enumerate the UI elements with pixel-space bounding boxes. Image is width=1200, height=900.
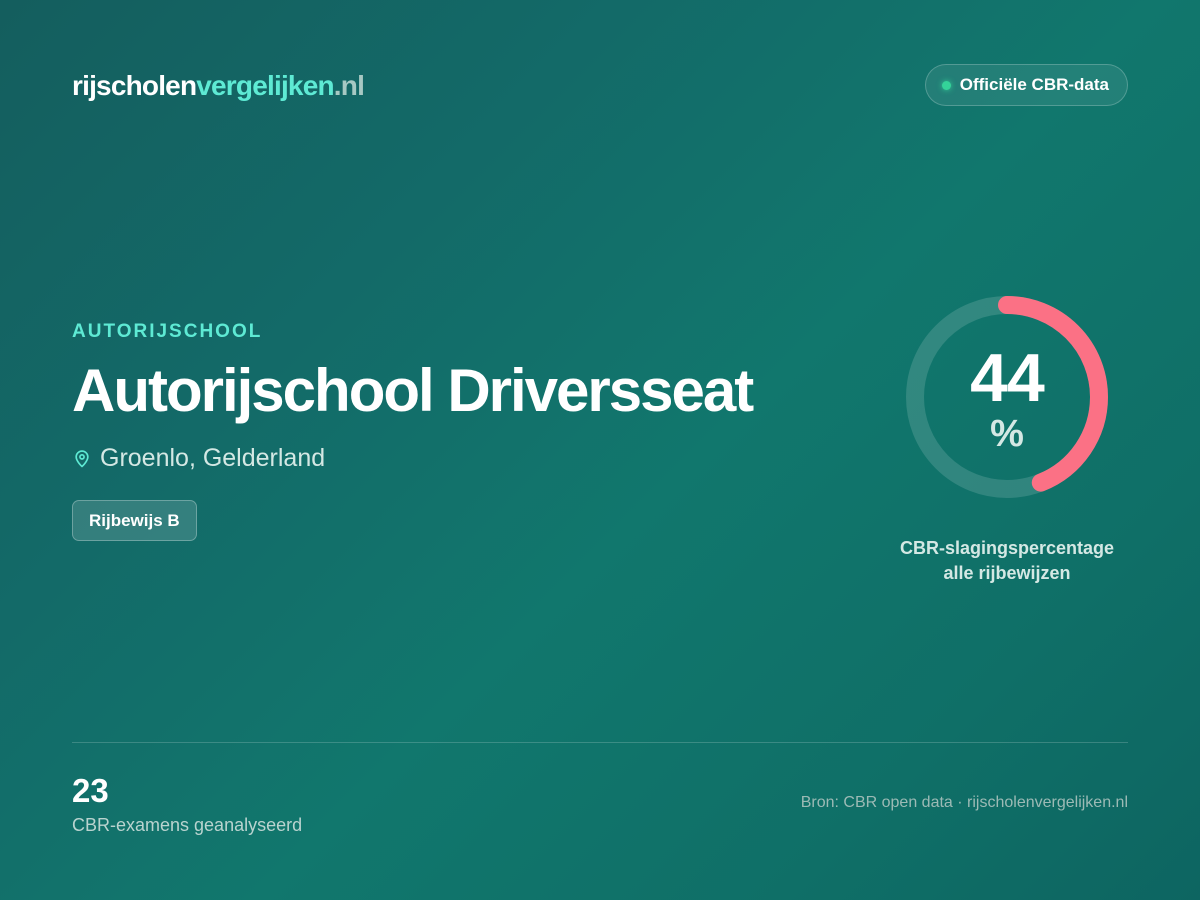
license-tag-label: Rijbewijs B — [89, 510, 180, 530]
badge-label: Officiële CBR-data — [959, 75, 1109, 94]
map-pin-icon — [75, 449, 89, 467]
exam-count-label: CBR-examens geanalyseerd — [72, 815, 303, 835]
logo-part-vergelijken: vergelijken — [196, 70, 334, 101]
status-dot-icon — [941, 80, 951, 90]
logo-part-rijscholen: rijscholen — [72, 70, 197, 101]
pass-rate-value: 44 — [970, 340, 1045, 416]
license-tag: Rijbewijs B — [72, 500, 197, 541]
pass-rate-unit: % — [990, 413, 1024, 455]
logo-part-tld: .nl — [333, 70, 365, 101]
school-name: Autorijschool Driversseat — [72, 357, 754, 424]
official-data-badge: Officiële CBR-data — [924, 64, 1128, 106]
logo[interactable]: rijscholenvergelijken.nl — [72, 70, 365, 102]
footer-divider — [72, 742, 1128, 743]
source-credit: Bron: CBR open data · rijscholenvergelij… — [800, 794, 1128, 811]
pass-rate-caption: CBR-slagingspercentage alle rijbewijzen — [857, 536, 1157, 586]
exam-count: 23 — [72, 772, 109, 809]
location-text: Groenlo, Gelderland — [100, 444, 326, 472]
school-location: Groenlo, Gelderland — [72, 444, 325, 473]
pass-rate-caption-line1: CBR-slagingspercentage — [899, 538, 1115, 558]
pass-rate-caption-line2: alle rijbewijzen — [943, 563, 1071, 583]
school-category: AUTORIJSCHOOL — [72, 321, 263, 342]
